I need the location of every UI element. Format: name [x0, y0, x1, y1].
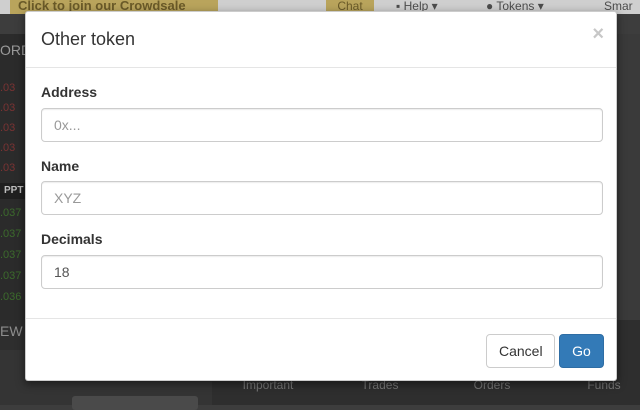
other-token-modal: Other token × Address Name Decimals Canc…	[25, 11, 617, 381]
name-input[interactable]	[41, 181, 603, 215]
modal-header: Other token ×	[26, 12, 616, 68]
buy-order-row[interactable]: .037	[0, 207, 26, 219]
order-amount-input[interactable]	[72, 396, 198, 410]
decimals-input[interactable]	[41, 255, 603, 289]
close-icon[interactable]: ×	[592, 24, 604, 44]
sell-order-row[interactable]: .03	[0, 102, 26, 114]
modal-footer: Cancel Go	[26, 318, 616, 380]
address-label: Address	[41, 84, 98, 100]
buy-order-row[interactable]: .036	[0, 291, 26, 303]
cancel-button[interactable]: Cancel	[486, 334, 555, 368]
sell-order-row[interactable]: .03	[0, 122, 26, 134]
buy-order-row[interactable]: .037	[0, 228, 26, 240]
modal-title: Other token	[41, 29, 136, 49]
ppt-column-header: PPT	[0, 183, 26, 199]
go-button[interactable]: Go	[559, 334, 604, 368]
new-order-header: EW	[0, 323, 23, 339]
name-label: Name	[41, 158, 80, 174]
buy-order-row[interactable]: .037	[0, 249, 26, 261]
sell-order-row[interactable]: .03	[0, 162, 26, 174]
decimals-label: Decimals	[41, 231, 103, 247]
buy-order-row[interactable]: .037	[0, 270, 26, 282]
right-panel	[614, 34, 640, 324]
sell-order-row[interactable]: .03	[0, 82, 26, 94]
sell-order-row[interactable]: .03	[0, 142, 26, 154]
address-input[interactable]	[41, 108, 603, 142]
